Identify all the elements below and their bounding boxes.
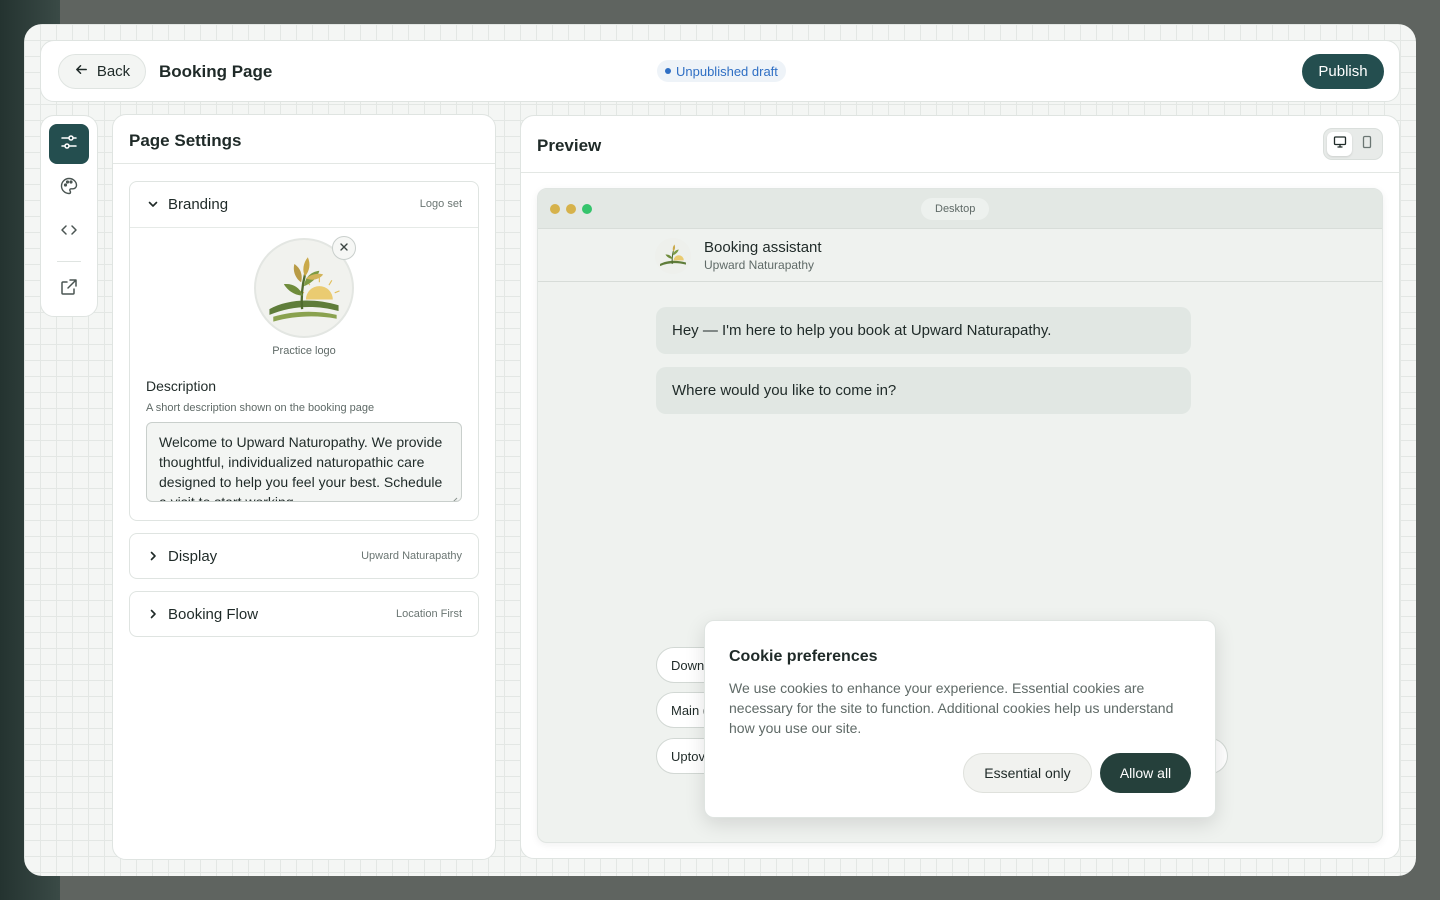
assistant-subtitle: Upward Naturapathy — [704, 258, 815, 272]
chat-message: Hey — I'm here to help you book at Upwar… — [656, 307, 1191, 354]
logo-caption: Practice logo — [272, 345, 336, 357]
booking-flow-section[interactable]: Booking Flow Location First — [129, 591, 479, 637]
description-textarea[interactable]: Welcome to Upward Naturopathy. We provid… — [146, 422, 462, 502]
booking-flow-meta: Location First — [395, 608, 462, 620]
branding-meta: Logo set — [419, 198, 462, 210]
page-title: Booking Page — [159, 62, 273, 81]
cookie-description: We use cookies to enhance your experienc… — [729, 680, 1174, 736]
display-section[interactable]: Display Upward Naturapathy — [129, 533, 479, 579]
device-toggle — [1323, 128, 1383, 160]
app-window: Back Booking Page Unpublished draft Publ… — [24, 24, 1416, 876]
remove-logo-button[interactable] — [332, 236, 356, 260]
arrow-left-icon — [74, 62, 89, 81]
branding-section-header[interactable]: Branding Logo set — [130, 182, 478, 227]
preview-title: Preview — [537, 136, 602, 155]
assistant-header: Booking assistant Upward Naturapathy — [538, 229, 1382, 282]
palette-icon — [59, 176, 79, 201]
chevron-right-icon — [146, 607, 160, 621]
divider — [521, 172, 1399, 173]
branding-section: Branding Logo set Practice logo Descript… — [129, 181, 479, 521]
window-dot-icon — [550, 204, 560, 214]
back-button[interactable]: Back — [58, 54, 146, 89]
top-header: Back Booking Page Unpublished draft Publ… — [40, 40, 1400, 102]
status-dot-icon — [665, 68, 671, 74]
window-dot-icon — [582, 204, 592, 214]
settings-panel: Page Settings Branding Logo set Practice… — [112, 114, 496, 860]
status-badge-label: Unpublished draft — [676, 63, 778, 79]
external-link-icon — [59, 277, 79, 302]
smartphone-icon — [1360, 135, 1374, 154]
device-label: Desktop — [921, 198, 990, 220]
cookie-preferences-dialog: Cookie preferences We use cookies to enh… — [704, 620, 1216, 818]
chevron-right-icon — [146, 549, 160, 563]
status-badge: Unpublished draft — [657, 60, 786, 82]
description-label: Description — [146, 378, 217, 394]
window-dot-icon — [566, 204, 576, 214]
rail-theme-button[interactable] — [49, 168, 89, 208]
code-icon — [59, 220, 79, 245]
divider — [113, 163, 495, 164]
display-meta: Upward Naturapathy — [361, 550, 462, 562]
booking-flow-section-header[interactable]: Booking Flow Location First — [130, 592, 478, 637]
close-icon — [339, 239, 349, 257]
settings-title: Page Settings — [129, 131, 242, 150]
browser-chrome: Desktop — [538, 189, 1382, 229]
chevron-down-icon — [146, 197, 160, 211]
monitor-icon — [1333, 135, 1347, 154]
avatar — [655, 238, 691, 274]
divider — [130, 227, 478, 228]
resize-handle-icon[interactable] — [450, 490, 458, 501]
rail-settings-button[interactable] — [49, 124, 89, 164]
branding-label: Branding — [168, 196, 229, 213]
rail-divider — [57, 261, 81, 262]
publish-button[interactable]: Publish — [1302, 54, 1384, 89]
assistant-name: Booking assistant — [704, 239, 822, 256]
cookie-title: Cookie preferences — [729, 648, 878, 665]
booking-flow-label: Booking Flow — [168, 606, 259, 623]
rail-embed-button[interactable] — [49, 212, 89, 252]
display-section-header[interactable]: Display Upward Naturapathy — [130, 534, 478, 579]
side-rail — [40, 115, 98, 317]
back-button-label: Back — [96, 63, 131, 80]
desktop-view-button[interactable] — [1327, 132, 1352, 156]
description-value: Welcome to Upward Naturopathy. We provid… — [159, 434, 443, 502]
display-label: Display — [168, 548, 218, 565]
plant-sun-logo-icon — [660, 244, 686, 267]
description-help-text: A short description shown on the booking… — [146, 402, 375, 414]
mobile-view-button[interactable] — [1354, 132, 1379, 156]
rail-open-button[interactable] — [49, 269, 89, 309]
settings-sliders-icon — [59, 132, 79, 157]
essential-only-button[interactable]: Essential only — [963, 753, 1092, 793]
chat-message: Where would you like to come in? — [656, 367, 1191, 414]
allow-all-button[interactable]: Allow all — [1100, 753, 1191, 793]
